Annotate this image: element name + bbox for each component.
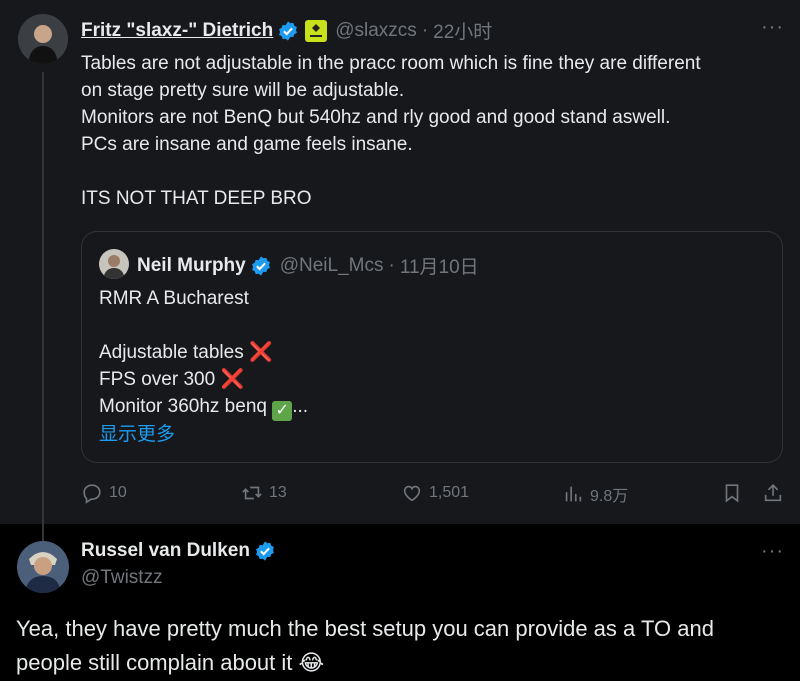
views-count: 9.8万 [590, 488, 629, 505]
reply-text-body: Yea, they have pretty much the best setu… [16, 616, 714, 675]
more-options-button[interactable]: ··· [761, 16, 784, 39]
cross-mark-icon: ❌ [249, 342, 273, 363]
quoted-text: RMR A Bucharest Adjustable tables ❌ FPS … [99, 285, 308, 448]
quoted-item-text: Monitor 360hz benq [99, 396, 267, 417]
main-tweet[interactable]: Fritz "slaxz-" Dietrich @slaxzcs · 22小时 … [0, 0, 800, 542]
tweet-line: PCs are insane and game feels insane. [81, 134, 413, 155]
quoted-item-text: FPS over 300 [99, 369, 216, 390]
views-button[interactable]: 9.8万 [562, 482, 628, 506]
reply-count: 10 [109, 484, 127, 501]
thread-connector [42, 72, 44, 542]
reply-author-handle[interactable]: @Twistzz [81, 567, 163, 589]
quoted-author-avatar [99, 249, 129, 279]
separator-dot: · [388, 254, 395, 276]
like-icon [403, 485, 421, 502]
action-bar: 10 13 1,501 9.8万 [81, 482, 783, 508]
retweet-count: 13 [269, 484, 287, 501]
reply-button[interactable]: 10 [81, 482, 127, 504]
tweet-line: ITS NOT THAT DEEP BRO [81, 188, 312, 209]
like-count: 1,501 [429, 484, 470, 501]
tweet-line: Monitors are not BenQ but 540hz and rly … [81, 107, 671, 128]
retweet-icon [242, 486, 262, 500]
check-mark-icon: ✓ [272, 401, 293, 421]
share-button[interactable] [762, 482, 784, 509]
timestamp[interactable]: 22小时 [433, 17, 492, 44]
quoted-title: RMR A Bucharest [99, 288, 249, 309]
bookmark-icon [725, 484, 739, 503]
reply-author-name[interactable]: Russel van Dulken [81, 540, 250, 562]
team-badge-icon [305, 19, 328, 42]
retweet-button[interactable]: 13 [241, 482, 287, 504]
bookmark-button[interactable] [721, 482, 743, 509]
quoted-timestamp: 11月10日 [399, 257, 479, 278]
quoted-item: Adjustable tables ❌ [99, 339, 308, 366]
tweet-line: on stage pretty sure will be adjustable. [81, 80, 405, 101]
author-handle[interactable]: @slaxzcs [335, 20, 417, 42]
show-more-link[interactable]: 显示更多 [99, 421, 308, 448]
author-avatar[interactable] [18, 14, 68, 64]
author-name[interactable]: Fritz "slaxz-" Dietrich [81, 20, 273, 42]
reply-icon [83, 484, 101, 504]
reply-author-avatar[interactable] [17, 541, 69, 593]
views-icon [565, 486, 582, 502]
share-icon [764, 484, 782, 502]
quoted-author-name: Neil Murphy [137, 254, 246, 276]
verified-badge-icon [256, 541, 274, 561]
reply-tweet-text: Yea, they have pretty much the best setu… [16, 612, 786, 680]
separator-dot: · [421, 19, 429, 41]
truncation-ellipsis: ... [292, 396, 309, 417]
like-button[interactable]: 1,501 [401, 482, 469, 504]
verified-badge-icon [251, 255, 270, 276]
quoted-item: FPS over 300 ❌ [99, 366, 308, 393]
reply-more-options-button[interactable]: ··· [761, 540, 784, 563]
quoted-item-text: Adjustable tables [99, 342, 244, 363]
cross-mark-icon: ❌ [220, 369, 245, 390]
verified-badge-icon [279, 20, 298, 41]
tweet-text: Tables are not adjustable in the pracc r… [81, 50, 701, 212]
quoted-item: Monitor 360hz benq ✓... [99, 393, 308, 421]
tears-of-joy-emoji-icon: 😂 [298, 650, 325, 675]
tweet-line: Tables are not adjustable in the pracc r… [81, 53, 701, 74]
quoted-tweet-card[interactable]: Neil Murphy @NeiL_Mcs · 11月10日 RMR A Buc… [81, 231, 783, 463]
quoted-author-handle: @NeiL_Mcs [279, 254, 384, 276]
